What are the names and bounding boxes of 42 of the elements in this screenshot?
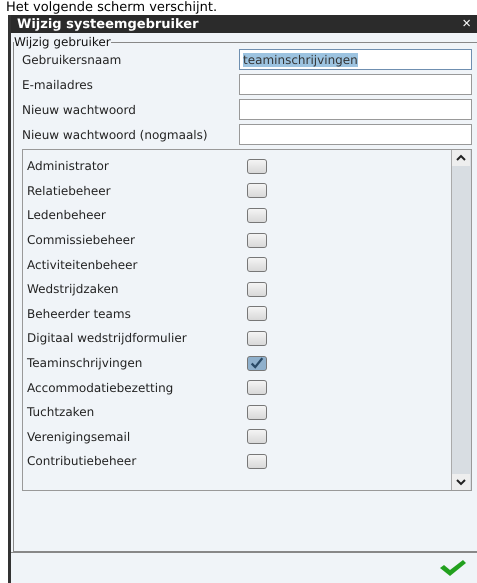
role-label: Contributiebeheer — [27, 454, 138, 468]
field-label: Nieuw wachtwoord (nogmaals) — [22, 128, 209, 142]
role-label: Verenigingsemail — [27, 430, 132, 444]
role-label: Ledenbeheer — [27, 208, 107, 222]
group-legend: Wijzig gebruiker — [14, 35, 111, 49]
scroll-down-icon[interactable] — [452, 474, 470, 490]
input-field[interactable] — [239, 99, 472, 120]
checkbox[interactable] — [247, 356, 267, 371]
checkbox[interactable] — [247, 158, 267, 174]
checkbox[interactable] — [247, 183, 267, 198]
checkbox[interactable] — [247, 306, 267, 322]
field-label: Nieuw wachtwoord — [22, 102, 137, 116]
field-label: Gebruikersnaam — [22, 52, 122, 66]
role-label: Activiteitenbeheer — [27, 258, 138, 272]
role-label: Digitaal wedstrijdformulier — [27, 331, 188, 346]
role-label: Administrator — [27, 159, 110, 174]
input-field[interactable] — [239, 74, 472, 95]
role-label: Accommodatiebezetting — [27, 380, 174, 395]
checkbox[interactable] — [247, 380, 267, 396]
checkbox[interactable] — [247, 330, 267, 346]
scrollbar[interactable] — [451, 150, 471, 490]
field-label: E-mailadres — [22, 78, 94, 92]
window-title: Wijzig systeemgebruiker — [17, 16, 199, 32]
scroll-up-icon[interactable] — [452, 150, 470, 166]
checkbox[interactable] — [247, 208, 267, 223]
caption-text: Het volgende scherm verschijnt. — [5, 0, 218, 15]
role-label: Wedstrijdzaken — [27, 282, 120, 296]
confirm-check-icon[interactable] — [439, 559, 467, 577]
input-field[interactable]: teaminschrijvingen — [239, 49, 472, 70]
input-field[interactable] — [239, 124, 472, 145]
checkbox[interactable] — [247, 429, 267, 444]
close-button[interactable]: × — [460, 16, 473, 32]
checkbox[interactable] — [247, 232, 267, 248]
role-label: Teaminschrijvingen — [27, 356, 144, 370]
role-label: Tuchtzaken — [27, 405, 96, 420]
role-label: Relatiebeheer — [27, 184, 112, 198]
checkbox[interactable] — [247, 404, 267, 420]
checkbox[interactable] — [247, 454, 267, 469]
role-label: Beheerder teams — [27, 306, 132, 321]
role-label: Commissiebeheer — [27, 233, 136, 248]
checkbox[interactable] — [247, 257, 267, 272]
checkbox[interactable] — [247, 282, 267, 297]
